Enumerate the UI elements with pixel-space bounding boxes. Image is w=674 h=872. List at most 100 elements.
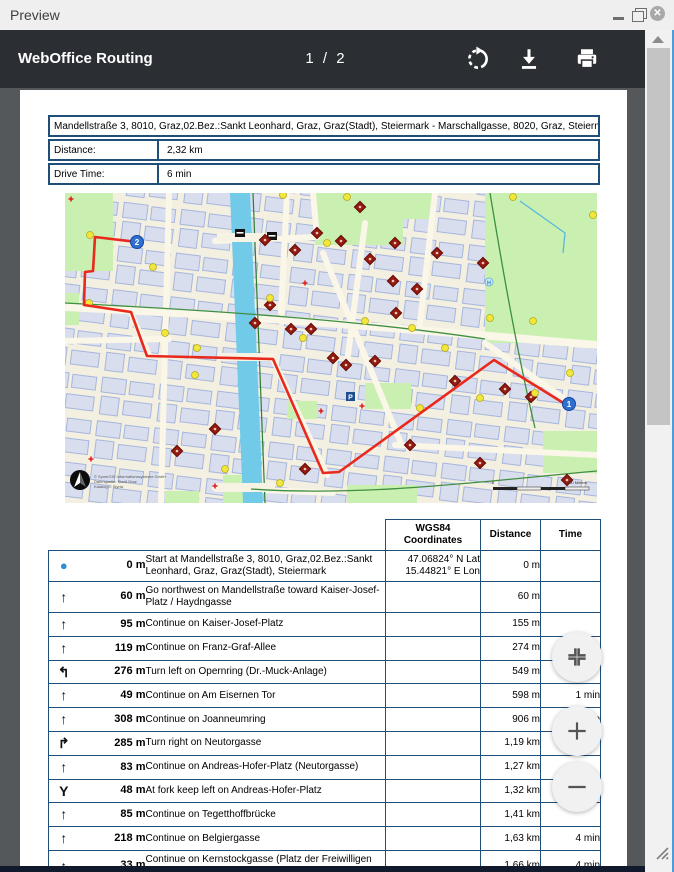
- maneuver-icon: ↑: [48, 636, 79, 661]
- refresh-button[interactable]: [465, 46, 491, 72]
- direction-row: ● 0 m Start at Mandellstraße 3, 8010, Gr…: [48, 550, 601, 582]
- maneuver-icon: ↑: [48, 707, 79, 732]
- restore-button[interactable]: [629, 0, 649, 30]
- instruction-text: Go northwest on Mandellstraße toward Kai…: [145, 585, 380, 608]
- wgs84-coordinates: [385, 755, 481, 780]
- svg-text:200 Meters: 200 Meters: [567, 480, 587, 485]
- download-icon: [521, 49, 537, 69]
- direction-row: ↑ 49 m Continue on Am Eisernen Tor 598 m…: [48, 683, 601, 708]
- maneuver-icon: ↑: [48, 755, 79, 780]
- instruction-text: Continue on Tegetthoffbrücke: [145, 808, 276, 820]
- segment-distance: 83 m: [120, 760, 146, 773]
- wgs84-coordinates: [385, 636, 481, 661]
- window-bottom-border: [0, 866, 645, 872]
- direction-row: ↱ 285 m Turn right on Neutorgasse 1,19 k…: [48, 731, 601, 756]
- wgs84-coordinates: [385, 779, 481, 803]
- scroll-up-button[interactable]: [645, 30, 672, 48]
- segment-distance: 95 m: [120, 617, 146, 630]
- cumulative-distance: 906 m: [480, 707, 541, 732]
- drive-time-label: Drive Time:: [50, 165, 159, 183]
- direction-row: ↑ 83 m Continue on Andreas-Hofer-Platz (…: [48, 755, 601, 780]
- maneuver-icon: Y: [48, 779, 79, 803]
- drive-time-row: Drive Time: 6 min: [48, 163, 600, 185]
- resize-grip[interactable]: [654, 845, 669, 860]
- direction-row: ↑ 85 m Continue on Tegetthoffbrücke 1,41…: [48, 802, 601, 827]
- direction-row: ↑ 308 m Continue on Joanneumring 906 m 2…: [48, 707, 601, 732]
- cumulative-time: 1 min: [540, 683, 601, 708]
- maneuver-icon: ↑: [48, 802, 79, 827]
- segment-distance: 48 m: [120, 784, 146, 797]
- route-summary-table: Mandellstraße 3, 8010, Graz,02.Bez.:Sank…: [48, 115, 600, 187]
- cumulative-distance: 1,32 km: [480, 779, 541, 803]
- collapse-icon: [568, 648, 586, 666]
- distance-value: 2,32 km: [167, 144, 203, 156]
- window-title: Preview: [10, 7, 60, 23]
- direction-row: Y 48 m At fork keep left on Andreas-Hofe…: [48, 779, 601, 803]
- cumulative-distance: 598 m: [480, 683, 541, 708]
- coords-column-header: WGS84 Coordinates: [385, 519, 481, 551]
- segment-distance: 60 m: [120, 590, 146, 603]
- cumulative-time: [540, 581, 601, 613]
- segment-distance: 308 m: [114, 712, 146, 725]
- segment-distance: 285 m: [114, 736, 146, 749]
- maneuver-icon: ↑: [48, 826, 79, 851]
- maneuver-icon: ↰: [48, 660, 79, 684]
- distance-row: Distance: 2,32 km: [48, 139, 600, 161]
- map-marker-start: 1: [562, 397, 576, 411]
- wgs84-coordinates: [385, 581, 481, 613]
- vertical-scrollbar[interactable]: [645, 30, 672, 872]
- close-button[interactable]: ✕: [648, 0, 668, 30]
- direction-row: ↑ 119 m Continue on Franz-Graf-Allee 274…: [48, 636, 601, 661]
- drive-time-value: 6 min: [167, 168, 192, 180]
- maneuver-icon: ↑: [48, 612, 79, 637]
- zoom-out-button[interactable]: [552, 762, 602, 812]
- cumulative-distance: 0 m: [480, 550, 541, 582]
- cumulative-distance: 1,41 km: [480, 802, 541, 827]
- scroll-up-icon: [652, 36, 664, 43]
- segment-distance: 0 m: [126, 559, 146, 572]
- cumulative-distance: 1,19 km: [480, 731, 541, 756]
- svg-text:1: 1: [567, 400, 572, 409]
- segment-distance: 276 m: [114, 665, 146, 678]
- maneuver-icon: ↱: [48, 731, 79, 756]
- instruction-text: Start at Mandellstraße 3, 8010, Graz,02.…: [145, 554, 373, 577]
- print-icon: [577, 49, 597, 69]
- maneuver-icon: ●: [48, 550, 79, 582]
- north-arrow-icon: [70, 470, 90, 490]
- minimize-button[interactable]: [610, 0, 628, 30]
- instruction-text: Turn left on Opernring (Dr.-Muck-Anlage): [145, 665, 327, 677]
- direction-row: ↑ 95 m Continue on Kaiser-Josef-Platz 15…: [48, 612, 601, 637]
- minus-icon: [568, 785, 586, 789]
- instruction-text: Continue on Kaiser-Josef-Platz: [145, 618, 284, 630]
- plus-icon: [568, 722, 586, 740]
- wgs84-coordinates: [385, 660, 481, 684]
- scrollbar-thumb[interactable]: [647, 48, 670, 425]
- instruction-text: Continue on Franz-Graf-Allee: [145, 642, 277, 654]
- distance-column-header: Distance: [480, 519, 541, 551]
- directions-body: ● 0 m Start at Mandellstraße 3, 8010, Gr…: [48, 550, 601, 872]
- route-summary-row: Mandellstraße 3, 8010, Graz,02.Bez.:Sank…: [48, 115, 600, 137]
- instruction-text: Continue on Am Eisernen Tor: [145, 689, 276, 701]
- close-icon: ✕: [650, 6, 665, 21]
- directions-table: WGS84 Coordinates Distance Time ● 0 m St…: [48, 519, 601, 872]
- print-button[interactable]: [574, 46, 600, 72]
- route-map: P H 2 1 © SynerGIS Informationssysteme G…: [65, 193, 597, 503]
- maneuver-icon: ↑: [48, 683, 79, 708]
- map-bridge: [215, 483, 275, 492]
- cumulative-time: [540, 550, 601, 582]
- cumulative-distance: 1,63 km: [480, 826, 541, 851]
- route-addresses: Mandellstraße 3, 8010, Graz,02.Bez.:Sank…: [54, 120, 598, 132]
- segment-distance: 119 m: [114, 641, 146, 654]
- segment-distance: 49 m: [120, 689, 146, 702]
- svg-text:H: H: [487, 280, 491, 286]
- map-marker-end: 2: [130, 235, 144, 249]
- wgs84-coordinates: [385, 731, 481, 756]
- download-button[interactable]: [516, 46, 542, 72]
- maneuver-icon: ↑: [48, 581, 79, 613]
- cumulative-distance: 155 m: [480, 612, 541, 637]
- instruction-text: At fork keep left on Andreas-Hofer-Platz: [145, 784, 322, 796]
- document-page: Mandellstraße 3, 8010, Graz,02.Bez.:Sank…: [20, 90, 627, 872]
- exit-fullscreen-button[interactable]: [552, 632, 602, 682]
- zoom-in-button[interactable]: [552, 706, 602, 756]
- instruction-text: Turn right on Neutorgasse: [145, 737, 262, 749]
